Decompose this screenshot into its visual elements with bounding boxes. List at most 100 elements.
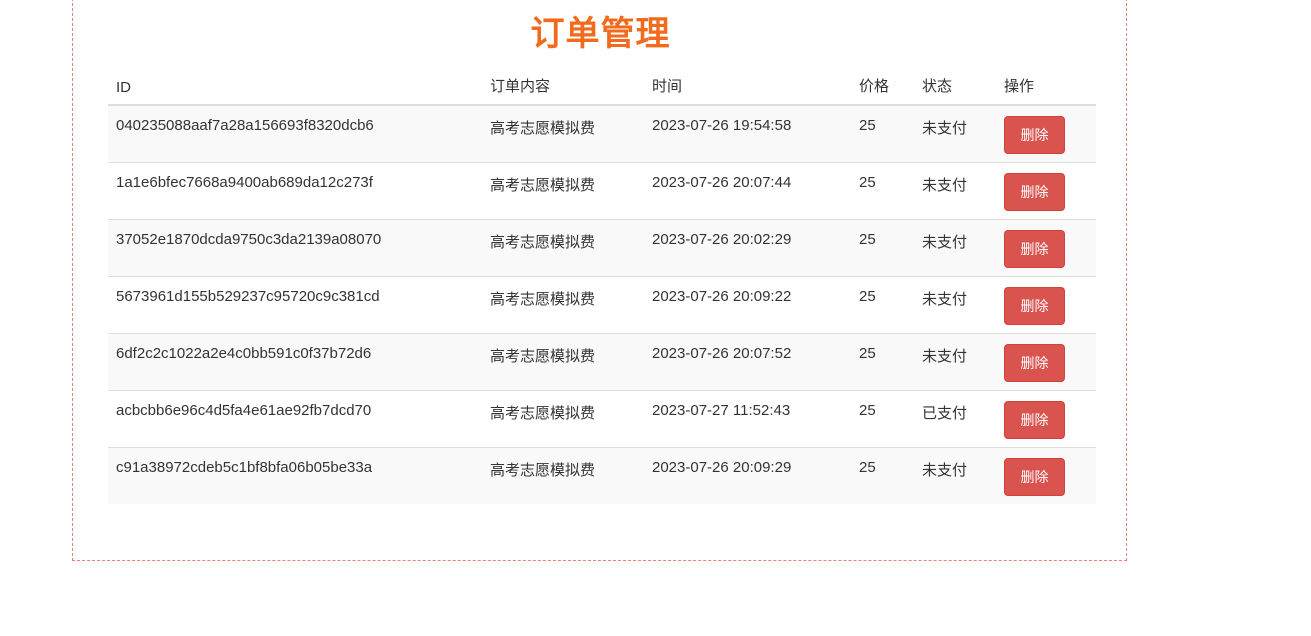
cell-price: 25 bbox=[851, 219, 914, 277]
order-price: 25 bbox=[859, 345, 876, 362]
header-price: 价格 bbox=[851, 64, 914, 106]
order-time: 2023-07-26 20:07:44 bbox=[652, 174, 792, 191]
cell-time: 2023-07-27 11:52:43 bbox=[644, 390, 851, 448]
header-action: 操作 bbox=[996, 64, 1096, 106]
cell-content: 高考志愿模拟费 bbox=[482, 162, 644, 220]
cell-price: 25 bbox=[851, 276, 914, 334]
order-price: 25 bbox=[859, 117, 876, 134]
table-row: c91a38972cdeb5c1bf8bfa06b05be33a 高考志愿模拟费… bbox=[108, 447, 1096, 504]
order-price: 25 bbox=[859, 288, 876, 305]
cell-status: 未支付 bbox=[914, 276, 996, 334]
order-price: 25 bbox=[859, 231, 876, 248]
order-time: 2023-07-26 20:07:52 bbox=[652, 345, 792, 362]
order-content: 高考志愿模拟费 bbox=[490, 405, 596, 422]
cell-status: 已支付 bbox=[914, 390, 996, 448]
table-row: 040235088aaf7a28a156693f8320dcb6 高考志愿模拟费… bbox=[108, 105, 1096, 163]
cell-content: 高考志愿模拟费 bbox=[482, 390, 644, 448]
cell-id: c91a38972cdeb5c1bf8bfa06b05be33a bbox=[108, 447, 482, 504]
cell-time: 2023-07-26 19:54:58 bbox=[644, 105, 851, 163]
order-time: 2023-07-26 20:09:22 bbox=[652, 288, 792, 305]
table-row: 5673961d155b529237c95720c9c381cd 高考志愿模拟费… bbox=[108, 276, 1096, 334]
header-content: 订单内容 bbox=[482, 64, 644, 106]
cell-price: 25 bbox=[851, 333, 914, 391]
order-id: acbcbb6e96c4d5fa4e61ae92fb7dcd70 bbox=[116, 402, 372, 419]
cell-id: 37052e1870dcda9750c3da2139a08070 bbox=[108, 219, 482, 277]
cell-time: 2023-07-26 20:07:44 bbox=[644, 162, 851, 220]
header-id: ID bbox=[108, 64, 482, 106]
cell-action: 删除 bbox=[996, 333, 1096, 391]
cell-price: 25 bbox=[851, 390, 914, 448]
cell-content: 高考志愿模拟费 bbox=[482, 447, 644, 504]
orders-table-container: ID 订单内容 时间 价格 状态 操作 040235088aaf7a28a156… bbox=[108, 64, 1096, 504]
order-id: 040235088aaf7a28a156693f8320dcb6 bbox=[116, 117, 374, 134]
cell-price: 25 bbox=[851, 105, 914, 163]
orders-table: ID 订单内容 时间 价格 状态 操作 040235088aaf7a28a156… bbox=[108, 64, 1096, 504]
cell-status: 未支付 bbox=[914, 333, 996, 391]
order-price: 25 bbox=[859, 174, 876, 191]
cell-content: 高考志愿模拟费 bbox=[482, 276, 644, 334]
cell-id: 6df2c2c1022a2e4c0bb591c0f37b72d6 bbox=[108, 333, 482, 391]
order-status: 未支付 bbox=[922, 234, 968, 251]
cell-action: 删除 bbox=[996, 105, 1096, 163]
cell-status: 未支付 bbox=[914, 219, 996, 277]
cell-id: 1a1e6bfec7668a9400ab689da12c273f bbox=[108, 162, 482, 220]
order-content: 高考志愿模拟费 bbox=[490, 234, 596, 251]
order-time: 2023-07-26 20:02:29 bbox=[652, 231, 792, 248]
order-time: 2023-07-27 11:52:43 bbox=[652, 402, 791, 419]
delete-button[interactable]: 删除 bbox=[1004, 287, 1065, 325]
table-header-row: ID 订单内容 时间 价格 状态 操作 bbox=[108, 64, 1096, 106]
order-content: 高考志愿模拟费 bbox=[490, 348, 596, 365]
order-panel: 订单管理 ID 订单内容 时间 价格 状态 操作 040235088aaf7a2… bbox=[72, 0, 1127, 561]
order-content: 高考志愿模拟费 bbox=[490, 291, 596, 308]
order-status: 未支付 bbox=[922, 462, 968, 479]
delete-button[interactable]: 删除 bbox=[1004, 458, 1065, 496]
cell-time: 2023-07-26 20:09:29 bbox=[644, 447, 851, 504]
cell-content: 高考志愿模拟费 bbox=[482, 105, 644, 163]
order-content: 高考志愿模拟费 bbox=[490, 462, 596, 479]
order-id: 37052e1870dcda9750c3da2139a08070 bbox=[116, 231, 382, 248]
cell-id: 5673961d155b529237c95720c9c381cd bbox=[108, 276, 482, 334]
table-row: 1a1e6bfec7668a9400ab689da12c273f 高考志愿模拟费… bbox=[108, 162, 1096, 220]
order-content: 高考志愿模拟费 bbox=[490, 120, 596, 137]
order-id: 5673961d155b529237c95720c9c381cd bbox=[116, 288, 380, 305]
order-status: 未支付 bbox=[922, 120, 968, 137]
cell-content: 高考志愿模拟费 bbox=[482, 333, 644, 391]
order-content: 高考志愿模拟费 bbox=[490, 177, 596, 194]
order-status: 未支付 bbox=[922, 348, 968, 365]
order-price: 25 bbox=[859, 402, 876, 419]
order-status: 已支付 bbox=[922, 405, 968, 422]
header-time: 时间 bbox=[644, 64, 851, 106]
header-status: 状态 bbox=[914, 64, 996, 106]
cell-id: acbcbb6e96c4d5fa4e61ae92fb7dcd70 bbox=[108, 390, 482, 448]
cell-action: 删除 bbox=[996, 162, 1096, 220]
cell-status: 未支付 bbox=[914, 162, 996, 220]
cell-price: 25 bbox=[851, 162, 914, 220]
order-status: 未支付 bbox=[922, 177, 968, 194]
cell-time: 2023-07-26 20:07:52 bbox=[644, 333, 851, 391]
order-id: c91a38972cdeb5c1bf8bfa06b05be33a bbox=[116, 459, 373, 476]
order-id: 6df2c2c1022a2e4c0bb591c0f37b72d6 bbox=[116, 345, 372, 362]
cell-status: 未支付 bbox=[914, 447, 996, 504]
table-row: acbcbb6e96c4d5fa4e61ae92fb7dcd70 高考志愿模拟费… bbox=[108, 390, 1096, 448]
cell-price: 25 bbox=[851, 447, 914, 504]
cell-time: 2023-07-26 20:09:22 bbox=[644, 276, 851, 334]
order-price: 25 bbox=[859, 459, 876, 476]
cell-content: 高考志愿模拟费 bbox=[482, 219, 644, 277]
table-row: 6df2c2c1022a2e4c0bb591c0f37b72d6 高考志愿模拟费… bbox=[108, 333, 1096, 391]
delete-button[interactable]: 删除 bbox=[1004, 230, 1065, 268]
cell-time: 2023-07-26 20:02:29 bbox=[644, 219, 851, 277]
delete-button[interactable]: 删除 bbox=[1004, 116, 1065, 154]
order-time: 2023-07-26 20:09:29 bbox=[652, 459, 792, 476]
table-row: 37052e1870dcda9750c3da2139a08070 高考志愿模拟费… bbox=[108, 219, 1096, 277]
order-time: 2023-07-26 19:54:58 bbox=[652, 117, 792, 134]
cell-status: 未支付 bbox=[914, 105, 996, 163]
table-header: ID 订单内容 时间 价格 状态 操作 bbox=[108, 64, 1096, 106]
page-title: 订单管理 bbox=[530, 15, 671, 53]
cell-action: 删除 bbox=[996, 276, 1096, 334]
order-status: 未支付 bbox=[922, 291, 968, 308]
delete-button[interactable]: 删除 bbox=[1004, 173, 1065, 211]
delete-button[interactable]: 删除 bbox=[1004, 401, 1065, 439]
cell-action: 删除 bbox=[996, 390, 1096, 448]
table-body: 040235088aaf7a28a156693f8320dcb6 高考志愿模拟费… bbox=[108, 105, 1096, 504]
delete-button[interactable]: 删除 bbox=[1004, 344, 1065, 382]
